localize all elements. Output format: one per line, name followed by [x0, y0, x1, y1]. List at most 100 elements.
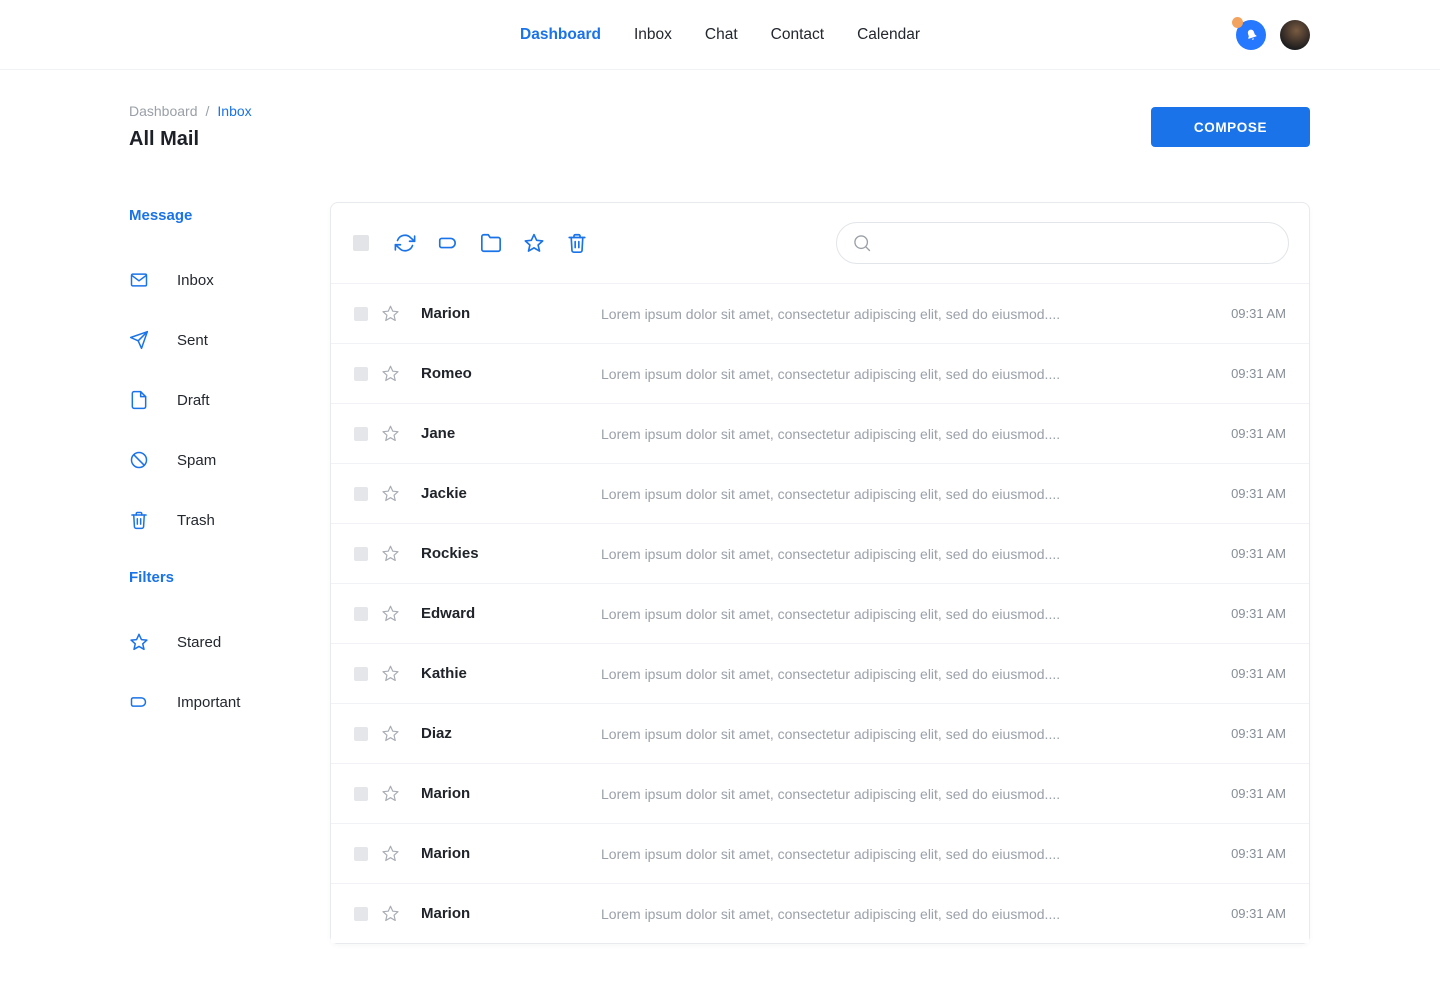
- star-icon[interactable]: [381, 844, 400, 863]
- star-icon[interactable]: [381, 904, 400, 923]
- trash-icon[interactable]: [566, 232, 588, 254]
- sidebar-item[interactable]: Spam: [129, 430, 330, 490]
- mail-list: Marion Lorem ipsum dolor sit amet, conse…: [331, 283, 1309, 943]
- star-icon[interactable]: [381, 544, 400, 563]
- mail-preview: Lorem ipsum dolor sit amet, consectetur …: [601, 846, 1219, 862]
- breadcrumb-inbox[interactable]: Inbox: [217, 103, 251, 119]
- select-all-checkbox[interactable]: [353, 235, 369, 251]
- star-icon[interactable]: [381, 484, 400, 503]
- compose-button[interactable]: COMPOSE: [1151, 107, 1310, 147]
- sidebar-item-label: Spam: [177, 452, 216, 469]
- mail-row[interactable]: Marion Lorem ipsum dolor sit amet, conse…: [331, 763, 1309, 823]
- mail-sender: Jackie: [421, 485, 601, 502]
- mail-time: 09:31 AM: [1231, 546, 1286, 561]
- mail-sender: Jane: [421, 425, 601, 442]
- star-icon[interactable]: [381, 724, 400, 743]
- mail-row[interactable]: Marion Lorem ipsum dolor sit amet, conse…: [331, 823, 1309, 883]
- mail-preview: Lorem ipsum dolor sit amet, consectetur …: [601, 666, 1219, 682]
- sidebar-item[interactable]: Stared: [129, 612, 330, 672]
- breadcrumb-dashboard[interactable]: Dashboard: [129, 103, 198, 119]
- mail-row[interactable]: Edward Lorem ipsum dolor sit amet, conse…: [331, 583, 1309, 643]
- folder-icon[interactable]: [480, 232, 502, 254]
- row-checkbox[interactable]: [354, 727, 368, 741]
- star-icon[interactable]: [381, 424, 400, 443]
- sidebar: Message Inbox Sent Draft: [129, 202, 330, 732]
- nav-item[interactable]: Chat: [705, 26, 738, 44]
- row-checkbox[interactable]: [354, 487, 368, 501]
- draft-icon: [129, 390, 149, 410]
- sidebar-item[interactable]: Inbox: [129, 250, 330, 310]
- mail-sender: Marion: [421, 845, 601, 862]
- mail-sender: Romeo: [421, 365, 601, 382]
- star-icon[interactable]: [381, 604, 400, 623]
- mail-time: 09:31 AM: [1231, 906, 1286, 921]
- mail-time: 09:31 AM: [1231, 666, 1286, 681]
- label-icon[interactable]: [437, 232, 459, 254]
- mail-row[interactable]: Marion Lorem ipsum dolor sit amet, conse…: [331, 883, 1309, 943]
- star-icon[interactable]: [523, 232, 545, 254]
- send-icon: [129, 330, 149, 350]
- mail-time: 09:31 AM: [1231, 846, 1286, 861]
- mail-row[interactable]: Diaz Lorem ipsum dolor sit amet, consect…: [331, 703, 1309, 763]
- row-checkbox[interactable]: [354, 667, 368, 681]
- mail-preview: Lorem ipsum dolor sit amet, consectetur …: [601, 726, 1219, 742]
- sidebar-item[interactable]: Trash: [129, 490, 330, 550]
- search-input[interactable]: [881, 235, 1273, 251]
- nav-item[interactable]: Inbox: [634, 26, 672, 44]
- row-checkbox[interactable]: [354, 847, 368, 861]
- mail-row[interactable]: Kathie Lorem ipsum dolor sit amet, conse…: [331, 643, 1309, 703]
- search-box[interactable]: [836, 222, 1289, 264]
- mail-sender: Rockies: [421, 545, 601, 562]
- notifications-button[interactable]: [1236, 20, 1266, 50]
- row-checkbox[interactable]: [354, 787, 368, 801]
- sidebar-section-message: Message Inbox Sent Draft: [129, 206, 330, 550]
- star-icon: [129, 632, 149, 652]
- sidebar-item[interactable]: Sent: [129, 310, 330, 370]
- page-header-left: Dashboard / Inbox All Mail: [129, 103, 252, 151]
- nav-item[interactable]: Dashboard: [520, 26, 601, 44]
- spam-icon: [129, 450, 149, 470]
- mail-sender: Marion: [421, 785, 601, 802]
- mail-time: 09:31 AM: [1231, 366, 1286, 381]
- nav-item[interactable]: Contact: [771, 26, 824, 44]
- toolbar-actions: [394, 232, 588, 254]
- row-checkbox[interactable]: [354, 547, 368, 561]
- row-checkbox[interactable]: [354, 367, 368, 381]
- mail-row[interactable]: Jane Lorem ipsum dolor sit amet, consect…: [331, 403, 1309, 463]
- star-icon[interactable]: [381, 664, 400, 683]
- sidebar-section-title: Filters: [129, 568, 330, 588]
- row-checkbox[interactable]: [354, 307, 368, 321]
- nav-item[interactable]: Calendar: [857, 26, 920, 44]
- breadcrumb: Dashboard / Inbox: [129, 103, 252, 119]
- mail-panel: Marion Lorem ipsum dolor sit amet, conse…: [330, 202, 1310, 944]
- mail-sender: Diaz: [421, 725, 601, 742]
- sidebar-message-items: Inbox Sent Draft Spam: [129, 250, 330, 550]
- mail-row[interactable]: Romeo Lorem ipsum dolor sit amet, consec…: [331, 343, 1309, 403]
- avatar[interactable]: [1280, 20, 1310, 50]
- mail-time: 09:31 AM: [1231, 726, 1286, 741]
- sidebar-item[interactable]: Important: [129, 672, 330, 732]
- mail-row[interactable]: Jackie Lorem ipsum dolor sit amet, conse…: [331, 463, 1309, 523]
- mail-sender: Marion: [421, 905, 601, 922]
- main-nav: Dashboard Inbox Chat Contact Calendar: [520, 26, 920, 44]
- mail-preview: Lorem ipsum dolor sit amet, consectetur …: [601, 366, 1219, 382]
- star-icon[interactable]: [381, 304, 400, 323]
- mail-sender: Edward: [421, 605, 601, 622]
- row-checkbox[interactable]: [354, 427, 368, 441]
- row-checkbox[interactable]: [354, 907, 368, 921]
- mail-preview: Lorem ipsum dolor sit amet, consectetur …: [601, 786, 1219, 802]
- trash-icon: [129, 510, 149, 530]
- mail-row[interactable]: Marion Lorem ipsum dolor sit amet, conse…: [331, 283, 1309, 343]
- sidebar-section-title: Message: [129, 206, 330, 226]
- mail-row[interactable]: Rockies Lorem ipsum dolor sit amet, cons…: [331, 523, 1309, 583]
- sidebar-item-label: Important: [177, 694, 240, 711]
- mail-sender: Marion: [421, 305, 601, 322]
- label-icon: [129, 692, 149, 712]
- star-icon[interactable]: [381, 784, 400, 803]
- sidebar-section-filters: Filters Stared Important: [129, 568, 330, 732]
- row-checkbox[interactable]: [354, 607, 368, 621]
- refresh-icon[interactable]: [394, 232, 416, 254]
- star-icon[interactable]: [381, 364, 400, 383]
- mail-toolbar: [331, 203, 1309, 283]
- sidebar-item[interactable]: Draft: [129, 370, 330, 430]
